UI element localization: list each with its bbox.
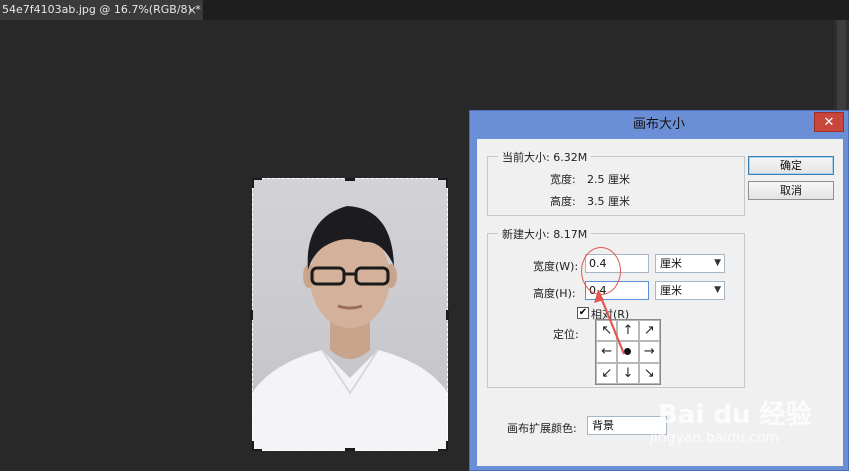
watermark-url: jingyan.baidu.com xyxy=(650,430,780,446)
watermark-brand: Bai du 经验 xyxy=(658,400,812,430)
baidu-watermark: Bai du 经验 jingyan.baidu.com xyxy=(650,380,820,460)
